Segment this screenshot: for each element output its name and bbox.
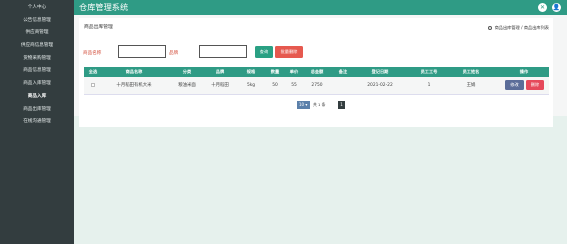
content-background <box>74 116 567 244</box>
breadcrumb-item: 商品出库列表 <box>523 25 549 30</box>
sidebar-item-stock-in-mgmt[interactable]: 商品入库管理 <box>0 78 74 91</box>
user-icon[interactable]: 👤 <box>552 2 561 12</box>
sidebar-item-supplier-info[interactable]: 供应商信息管理 <box>0 40 74 53</box>
sidebar-item-product-info[interactable]: 商品信息管理 <box>0 65 74 78</box>
column-header[interactable]: 规格 <box>247 67 255 77</box>
cell-price: 55 <box>291 83 297 88</box>
column-header[interactable]: 员工姓名 <box>463 67 480 77</box>
product-name-label: 商品名称 <box>83 51 102 56</box>
close-icon[interactable]: ✕ <box>538 2 547 12</box>
page-title: 商品出库管理 <box>84 25 113 30</box>
total-count: 共 1 条 <box>313 102 326 107</box>
sidebar-item-purchasing[interactable]: 货物采购管理 <box>0 53 74 66</box>
brand-label: 品牌 <box>169 51 179 56</box>
brand-input[interactable] <box>199 45 247 58</box>
column-header[interactable]: 品牌 <box>216 67 224 77</box>
cell-emp-id: 1 <box>427 83 431 88</box>
row-checkbox[interactable] <box>91 83 95 87</box>
cell-total: 2750 <box>311 83 323 88</box>
home-icon[interactable] <box>488 26 493 30</box>
sidebar-item-chat[interactable]: 在线沟通管理 <box>0 116 74 129</box>
cell-category: 粮油米面 <box>178 83 196 88</box>
breadcrumb: 商品出库管理 / 商品出库列表 <box>488 25 549 31</box>
search-button[interactable]: 查询 <box>255 46 273 58</box>
page-size-select[interactable]: 10 ▾ <box>297 101 310 109</box>
content-panel: 商品出库管理 商品出库管理 / 商品出库列表 商品名称 品牌 查询 批量删除 全… <box>79 18 553 127</box>
top-bar: 仓库管理系统 ✕ 👤 <box>74 0 567 15</box>
column-header[interactable]: 总金额 <box>311 67 324 77</box>
cell-name: 十月稻田有机大米 <box>116 83 152 88</box>
cell-spec: 5kg <box>246 83 256 88</box>
sidebar-item-personal-center[interactable]: 个人中心 <box>0 2 74 15</box>
breadcrumb-item[interactable]: 商品出库管理 <box>495 25 520 30</box>
cell-brand: 十月稻田 <box>211 83 229 88</box>
column-header: 操作 <box>519 69 529 74</box>
column-header[interactable]: 单价 <box>290 67 298 77</box>
sidebar-item-stock-out[interactable]: 商品出库管理 <box>0 104 74 117</box>
cell-qty: 50 <box>272 83 278 88</box>
sidebar-item-stock-in[interactable]: 商品入库 <box>0 91 74 104</box>
edit-button[interactable]: 修改 <box>505 80 524 90</box>
table-row: 十月稻田有机大米 粮油米面 十月稻田 5kg 50 55 2750 2021-0… <box>84 77 549 95</box>
cell-emp-name: 王娟 <box>466 83 476 88</box>
column-header[interactable]: 商品名称 <box>126 67 143 77</box>
column-header[interactable]: 备注 <box>339 67 347 77</box>
sidebar-item-suppliers[interactable]: 供应商管理 <box>0 27 74 40</box>
table-header: 全选 商品名称 分类 品牌 规格 数量 单价 总金额 备注 登记日期 员工工号 … <box>84 67 549 77</box>
column-header[interactable]: 分类 <box>183 67 191 77</box>
page-number[interactable]: 1 <box>338 101 345 109</box>
sidebar: 个人中心 公告信息管理 供应商管理 供应商信息管理 货物采购管理 商品信息管理 … <box>0 0 74 244</box>
column-header[interactable]: 登记日期 <box>372 67 389 77</box>
column-header[interactable]: 员工工号 <box>421 67 438 77</box>
main-content: 商品出库管理 商品出库管理 / 商品出库列表 商品名称 品牌 查询 批量删除 全… <box>74 15 567 244</box>
column-header[interactable]: 数量 <box>271 67 279 77</box>
page-size-value: 10 <box>299 102 305 107</box>
sidebar-item-announcements[interactable]: 公告信息管理 <box>0 15 74 28</box>
app-title: 仓库管理系统 <box>79 2 129 12</box>
select-all-checkbox[interactable]: 全选 <box>89 67 97 77</box>
breadcrumb-separator: / <box>521 25 523 30</box>
cell-date: 2021-02-22 <box>367 83 393 88</box>
batch-delete-button[interactable]: 批量删除 <box>275 46 303 58</box>
product-name-input[interactable] <box>118 45 166 58</box>
data-table: 全选 商品名称 分类 品牌 规格 数量 单价 总金额 备注 登记日期 员工工号 … <box>84 67 549 95</box>
delete-button[interactable]: 删除 <box>526 80 544 90</box>
